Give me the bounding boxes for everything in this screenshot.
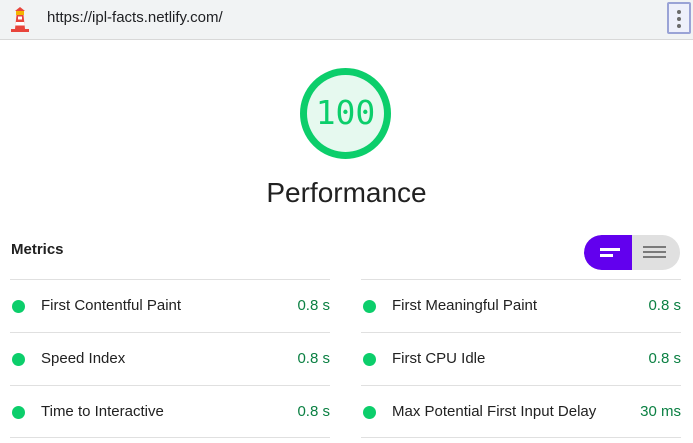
pass-indicator-icon xyxy=(363,406,376,419)
metrics-column-left: First Contentful Paint 0.8 s Speed Index… xyxy=(10,279,330,438)
metric-label: Speed Index xyxy=(41,350,126,367)
metrics-view-toggle[interactable] xyxy=(584,235,680,270)
metric-value: 0.8 s xyxy=(648,350,681,367)
kebab-menu-icon[interactable] xyxy=(667,2,691,34)
lighthouse-icon xyxy=(11,7,29,32)
pass-indicator-icon xyxy=(12,406,25,419)
score-title: Performance xyxy=(266,177,427,208)
metric-row: First CPU Idle 0.8 s xyxy=(361,332,681,385)
expanded-view-icon[interactable] xyxy=(632,235,680,270)
metric-row: Max Potential First Input Delay 30 ms xyxy=(361,385,681,438)
metric-label: Time to Interactive xyxy=(41,403,164,420)
metric-value: 0.8 s xyxy=(297,297,330,314)
metric-value: 0.8 s xyxy=(297,403,330,420)
score-value: 100 xyxy=(315,93,376,132)
compact-view-icon[interactable] xyxy=(584,235,632,270)
metric-row: Time to Interactive 0.8 s xyxy=(10,385,330,438)
metric-row: First Contentful Paint 0.8 s xyxy=(10,279,330,332)
metric-label: First CPU Idle xyxy=(392,350,486,367)
metric-row: Speed Index 0.8 s xyxy=(10,332,330,385)
pass-indicator-icon xyxy=(12,353,25,366)
metric-value: 0.8 s xyxy=(648,297,681,314)
metric-value: 0.8 s xyxy=(297,350,330,367)
url-text[interactable]: https://ipl-facts.netlify.com/ xyxy=(47,9,223,27)
metric-row: First Meaningful Paint 0.8 s xyxy=(361,279,681,332)
metrics-heading: Metrics xyxy=(11,241,64,258)
pass-indicator-icon xyxy=(12,300,25,313)
metric-label: First Contentful Paint xyxy=(41,297,182,314)
metric-label: First Meaningful Paint xyxy=(392,297,538,314)
address-bar: https://ipl-facts.netlify.com/ xyxy=(0,0,693,40)
metric-label: Max Potential First Input Delay xyxy=(392,403,597,420)
pass-indicator-icon xyxy=(363,300,376,313)
metric-value: 30 ms xyxy=(640,403,681,420)
metrics-column-right: First Meaningful Paint 0.8 s First CPU I… xyxy=(361,279,681,438)
pass-indicator-icon xyxy=(363,353,376,366)
